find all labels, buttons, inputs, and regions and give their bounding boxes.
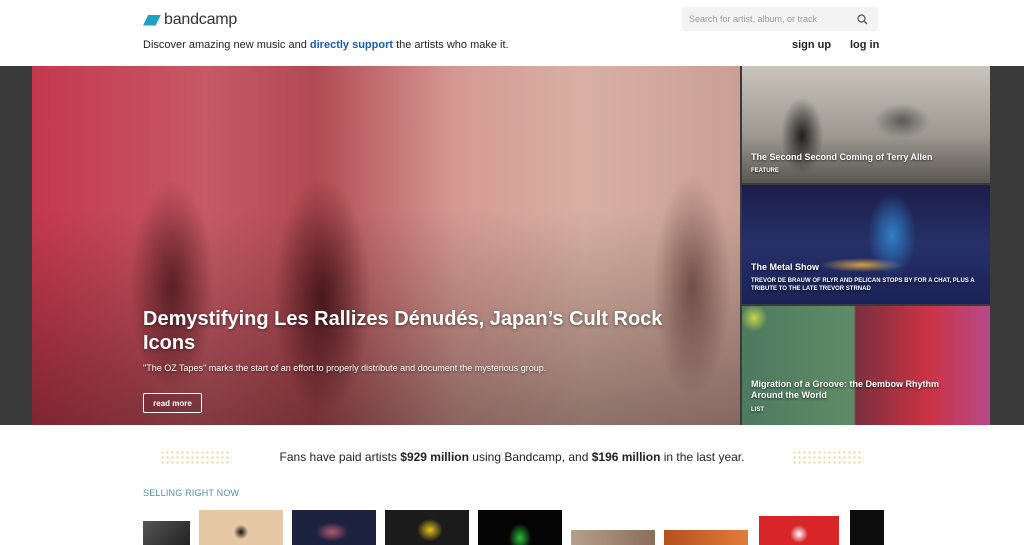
tagline-accent[interactable]: directly support: [310, 39, 393, 51]
album-cover[interactable]: [664, 530, 748, 545]
tagline-post: the artists who make it.: [393, 39, 509, 51]
tagline: Discover amazing new music and directly …: [143, 39, 509, 51]
side-feature-title[interactable]: The Metal Show: [751, 262, 981, 273]
album-cover[interactable]: [385, 510, 469, 545]
side-feature-title[interactable]: The Second Second Coming of Terry Allen: [751, 152, 981, 163]
stats-mid: using Bandcamp, and: [468, 450, 592, 464]
signup-link[interactable]: sign up: [792, 39, 831, 51]
stats-pre: Fans have paid artists: [279, 450, 401, 464]
side-feature-metal-show[interactable]: The Metal Show TREVOR DE BRAUW OF RLYR A…: [742, 185, 990, 304]
stats-post: in the last year.: [660, 450, 745, 464]
album-cover[interactable]: [199, 510, 283, 545]
hero-title[interactable]: Demystifying Les Rallizes Dénudés, Japan…: [143, 307, 663, 355]
read-more-button[interactable]: read more: [143, 393, 202, 413]
bandcamp-logo[interactable]: bandcamp: [143, 11, 237, 29]
bandcamp-logo-icon: [143, 14, 161, 26]
side-feature-title[interactable]: Migration of a Groove: the Dembow Rhythm…: [751, 379, 971, 401]
search-box: [682, 7, 878, 31]
tagline-pre: Discover amazing new music and: [143, 39, 310, 51]
logo-text: bandcamp: [164, 11, 238, 28]
album-cover[interactable]: [292, 510, 376, 545]
side-feature-dembow[interactable]: Migration of a Groove: the Dembow Rhythm…: [742, 306, 990, 425]
stats-total: $929 million: [400, 450, 469, 464]
side-feature-subtitle: FEATURE: [751, 168, 779, 174]
hero-feature[interactable]: Demystifying Les Rallizes Dénudés, Japan…: [32, 66, 740, 425]
selling-right-now-row: [143, 510, 903, 545]
side-feature-terry-allen[interactable]: The Second Second Coming of Terry Allen …: [742, 66, 990, 183]
side-feature-subtitle: LIST: [751, 407, 764, 413]
login-link[interactable]: log in: [850, 39, 879, 51]
album-cover[interactable]: [759, 516, 839, 545]
side-feature-subtitle: TREVOR DE BRAUW OF RLYR AND PELICAN STOP…: [751, 278, 975, 292]
hero-description: "The OZ Tapes" marks the start of an eff…: [143, 363, 547, 373]
search-input[interactable]: [682, 7, 852, 31]
fan-stats: Fans have paid artists $929 million usin…: [0, 450, 1024, 464]
stats-year: $196 million: [591, 450, 661, 464]
selling-right-now-label: SELLING RIGHT NOW: [143, 488, 240, 498]
album-cover[interactable]: [143, 521, 190, 545]
album-cover[interactable]: [571, 530, 655, 545]
album-cover[interactable]: [850, 510, 884, 545]
album-cover[interactable]: [478, 510, 562, 545]
search-icon[interactable]: [852, 9, 872, 29]
